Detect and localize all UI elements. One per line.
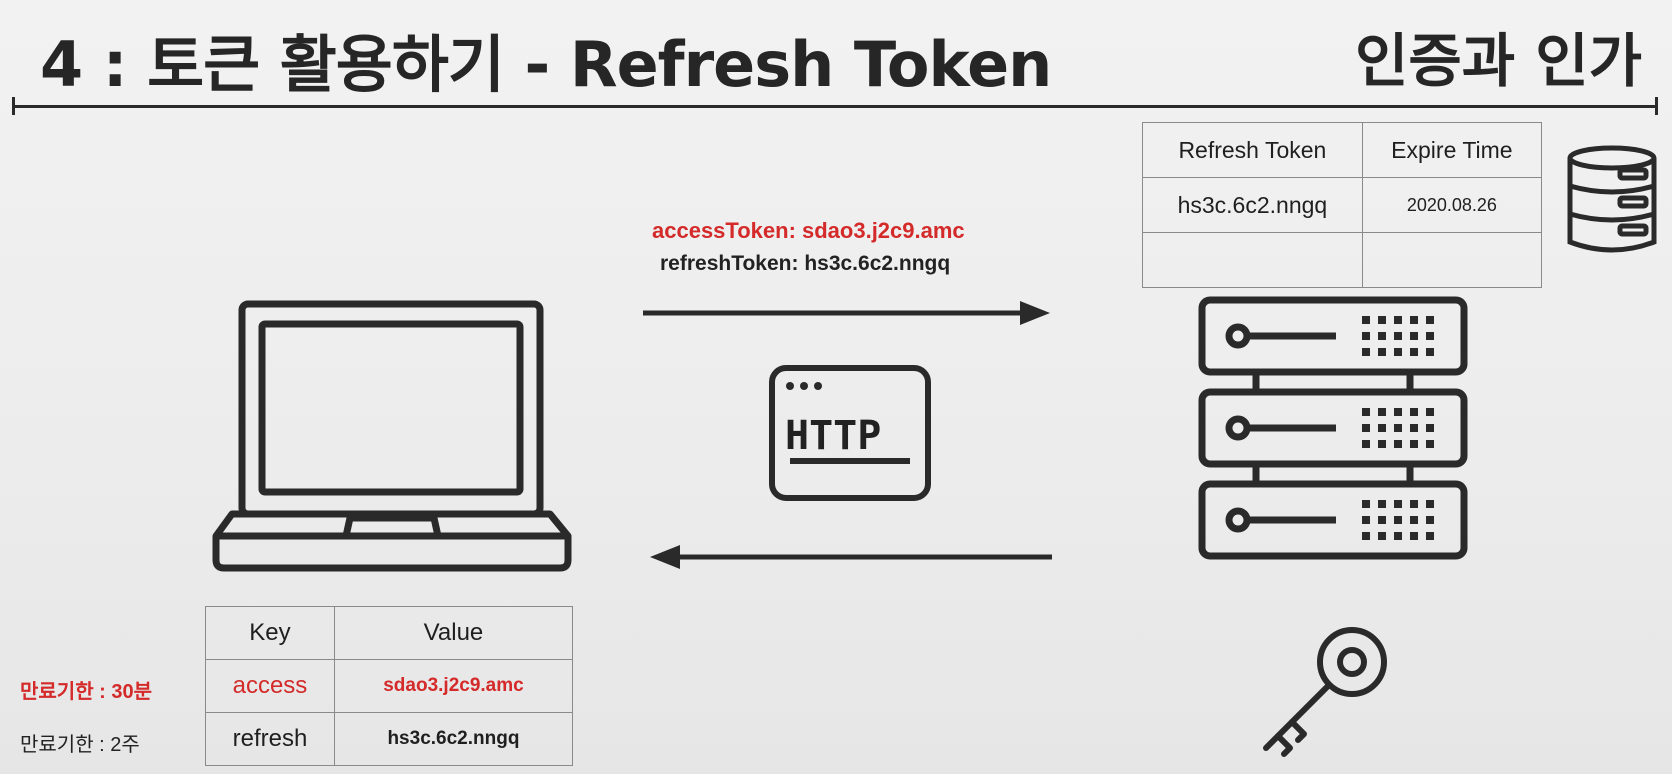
- arrow-right-icon: [643, 301, 1050, 325]
- server-icon: [1198, 296, 1468, 560]
- access-expiry-label: 만료기한 : 30분: [20, 681, 153, 703]
- table-cell: [1142, 232, 1363, 288]
- database-icon: [1567, 145, 1657, 253]
- table-cell: sdao3.j2c9.amc: [333, 659, 574, 713]
- table-header-cell: Value: [333, 606, 574, 660]
- client-token-table: Key Value access sdao3.j2c9.amc refresh …: [205, 606, 574, 766]
- table-cell: hs3c.6c2.nngq: [333, 712, 574, 766]
- slide-subtitle: 인증과 인가: [1355, 27, 1642, 95]
- key-icon: [1263, 627, 1387, 757]
- arrow-left-icon: [650, 545, 1052, 569]
- server-token-table: Refresh Token Expire Time hs3c.6c2.nngq …: [1142, 122, 1543, 288]
- refresh-token-message: refreshToken: hs3c.6c2.nngq: [660, 252, 951, 275]
- table-header-cell: Key: [205, 606, 335, 660]
- table-cell: refresh: [205, 712, 335, 766]
- refresh-expiry-label: 만료기한 : 2주: [20, 734, 140, 756]
- table-row: hs3c.6c2.nngq 2020.08.26: [1142, 177, 1543, 233]
- table-cell: hs3c.6c2.nngq: [1142, 177, 1363, 233]
- table-row: [1142, 232, 1543, 288]
- table-row: refresh hs3c.6c2.nngq: [205, 712, 574, 766]
- table-cell: access: [205, 659, 335, 713]
- table-cell: 2020.08.26: [1361, 177, 1543, 233]
- http-label: HTTP: [785, 413, 882, 459]
- header-divider: [14, 105, 1658, 108]
- table-header-row: Refresh Token Expire Time: [1142, 122, 1543, 178]
- divider-left-cap: [12, 97, 15, 115]
- table-cell: [1361, 232, 1543, 288]
- slide-title: 4 : 토큰 활용하기 - Refresh Token: [40, 28, 1052, 101]
- table-header-cell: Expire Time: [1361, 122, 1543, 178]
- access-token-message: accessToken: sdao3.j2c9.amc: [652, 218, 965, 243]
- table-row: access sdao3.j2c9.amc: [205, 659, 574, 713]
- laptop-icon: [212, 300, 572, 572]
- table-header-cell: Refresh Token: [1142, 122, 1363, 178]
- table-header-row: Key Value: [205, 606, 574, 660]
- divider-right-cap: [1655, 97, 1658, 115]
